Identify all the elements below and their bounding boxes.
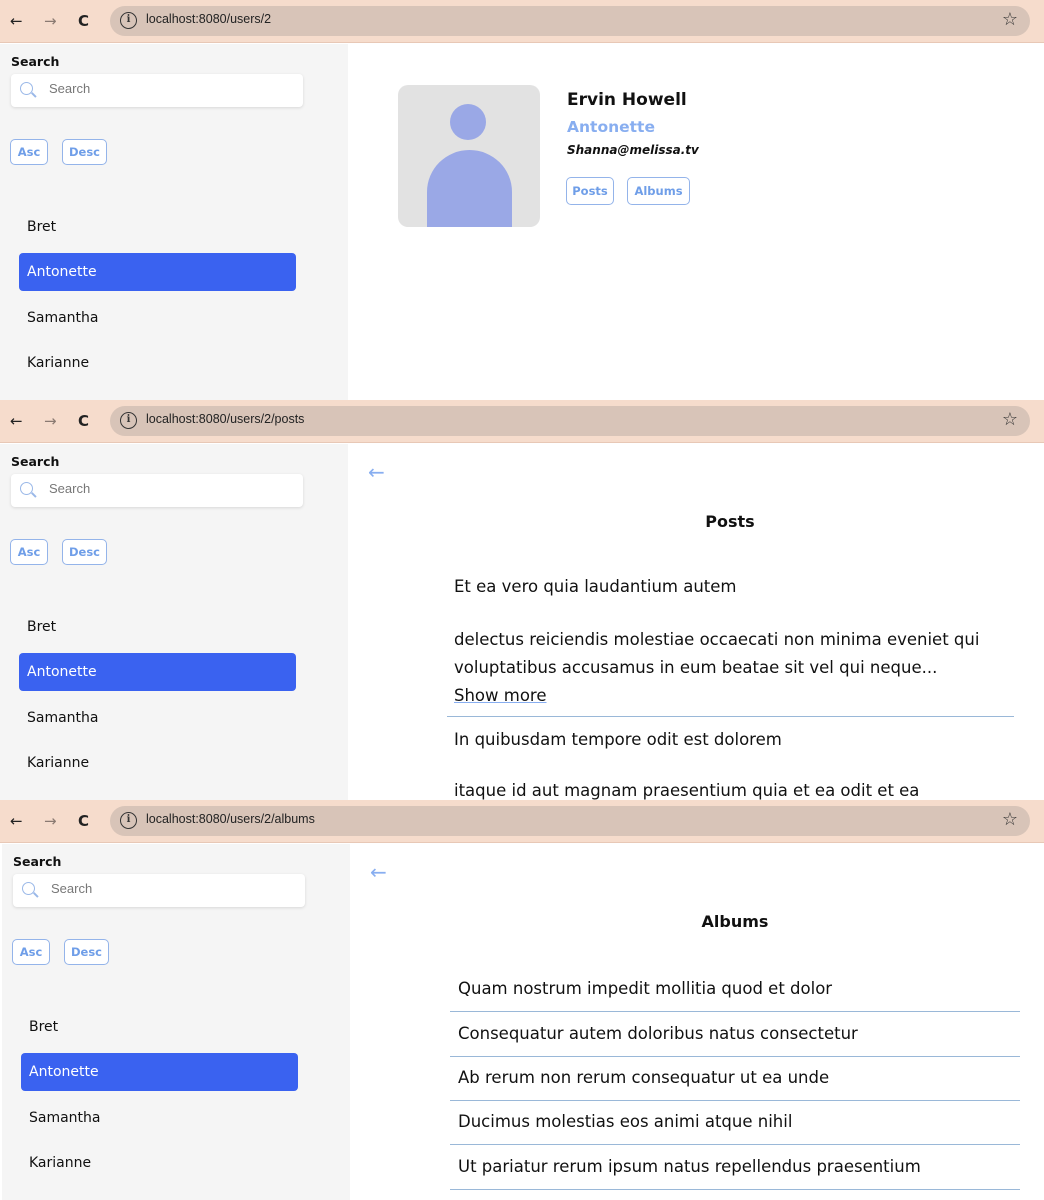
reload-icon[interactable]: C: [78, 811, 89, 831]
back-arrow-icon[interactable]: ←: [368, 460, 385, 484]
search-box[interactable]: [11, 474, 303, 507]
sort-desc-button[interactable]: Desc: [64, 939, 109, 965]
reload-icon[interactable]: C: [78, 411, 89, 431]
albums-screen: ← → C i localhost:8080/users/2/albums ☆ …: [0, 800, 1044, 1200]
search-icon: [20, 482, 33, 495]
forward-icon[interactable]: →: [44, 811, 57, 831]
sort-asc-button[interactable]: Asc: [10, 539, 48, 565]
posts-title: Posts: [705, 512, 755, 531]
user-item-samantha[interactable]: Samantha: [19, 299, 296, 337]
user-item-bret[interactable]: Bret: [19, 608, 296, 646]
address-bar[interactable]: i localhost:8080/users/2/albums ☆: [110, 806, 1030, 836]
search-input[interactable]: [49, 481, 289, 496]
search-icon: [20, 82, 33, 95]
albums-button[interactable]: Albums: [627, 177, 690, 205]
sort-desc-button[interactable]: Desc: [62, 539, 107, 565]
back-icon[interactable]: ←: [10, 11, 23, 31]
user-item-bret[interactable]: Bret: [21, 1008, 298, 1046]
post-body-text: delectus reiciendis molestiae occaecati …: [454, 630, 980, 677]
profile-email: Shanna@melissa.tv: [567, 143, 699, 157]
sidebar: Search Asc Desc Bret Antonette Samantha …: [0, 44, 348, 400]
user-item-antonette[interactable]: Antonette: [19, 653, 296, 691]
url-text[interactable]: localhost:8080/users/2: [146, 12, 271, 26]
albums-title: Albums: [701, 912, 769, 931]
sort-desc-button[interactable]: Desc: [62, 139, 107, 165]
info-icon[interactable]: i: [120, 812, 137, 829]
post-divider: [447, 716, 1014, 717]
search-input[interactable]: [49, 81, 289, 96]
post-body: delectus reiciendis molestiae occaecati …: [454, 626, 1014, 710]
posts-screen: ← → C i localhost:8080/users/2/posts ☆ S…: [0, 400, 1044, 800]
show-more-link[interactable]: Show more: [454, 686, 547, 705]
sidebar: Search Asc Desc Bret Antonette Samantha …: [0, 444, 348, 800]
album-item[interactable]: Ab rerum non rerum consequatur ut ea und…: [450, 1056, 1020, 1101]
info-icon[interactable]: i: [120, 12, 137, 29]
user-item-antonette[interactable]: Antonette: [19, 253, 296, 291]
reload-icon[interactable]: C: [78, 11, 89, 31]
user-item-antonette[interactable]: Antonette: [21, 1053, 298, 1091]
bookmark-star-icon[interactable]: ☆: [1002, 9, 1018, 30]
user-item-karianne[interactable]: Karianne: [21, 1144, 298, 1182]
album-item[interactable]: Ut pariatur rerum ipsum natus repellendu…: [450, 1145, 1020, 1190]
address-bar[interactable]: i localhost:8080/users/2/posts ☆: [110, 406, 1030, 436]
sort-asc-button[interactable]: Asc: [10, 139, 48, 165]
profile-username: Antonette: [567, 118, 655, 136]
profile-name: Ervin Howell: [567, 90, 687, 110]
search-label: Search: [11, 454, 60, 469]
forward-icon[interactable]: →: [44, 411, 57, 431]
bookmark-star-icon[interactable]: ☆: [1002, 409, 1018, 430]
url-text[interactable]: localhost:8080/users/2/albums: [146, 812, 315, 826]
post-title: Et ea vero quia laudantium autem: [454, 577, 737, 596]
album-item[interactable]: Consequatur autem doloribus natus consec…: [450, 1012, 1020, 1057]
sidebar: Search Asc Desc Bret Antonette Samantha …: [2, 844, 350, 1200]
search-box[interactable]: [11, 74, 303, 107]
browser-toolbar: ← → C i localhost:8080/users/2/posts ☆: [0, 400, 1044, 443]
back-arrow-icon[interactable]: ←: [370, 860, 387, 884]
avatar-head-icon: [450, 104, 486, 140]
user-item-samantha[interactable]: Samantha: [19, 699, 296, 737]
sort-asc-button[interactable]: Asc: [12, 939, 50, 965]
info-icon[interactable]: i: [120, 412, 137, 429]
back-icon[interactable]: ←: [10, 411, 23, 431]
album-item[interactable]: Ducimus molestias eos animi atque nihil: [450, 1100, 1020, 1145]
address-bar[interactable]: i localhost:8080/users/2 ☆: [110, 6, 1030, 36]
search-icon: [22, 882, 35, 895]
post-title: In quibusdam tempore odit est dolorem: [454, 730, 782, 749]
post-body: itaque id aut magnam praesentium quia et…: [454, 781, 920, 800]
profile-screen: ← → C i localhost:8080/users/2 ☆ Search …: [0, 0, 1044, 400]
search-label: Search: [11, 54, 60, 69]
album-item[interactable]: Quam nostrum impedit mollitia quod et do…: [450, 967, 1020, 1012]
avatar-body-icon: [427, 150, 512, 227]
search-label: Search: [13, 854, 62, 869]
search-box[interactable]: [13, 874, 305, 907]
browser-toolbar: ← → C i localhost:8080/users/2/albums ☆: [0, 800, 1044, 843]
user-item-samantha[interactable]: Samantha: [21, 1099, 298, 1137]
posts-button[interactable]: Posts: [566, 177, 614, 205]
browser-toolbar: ← → C i localhost:8080/users/2 ☆: [0, 0, 1044, 43]
avatar: [398, 85, 540, 227]
search-input[interactable]: [51, 881, 291, 896]
forward-icon[interactable]: →: [44, 11, 57, 31]
user-item-karianne[interactable]: Karianne: [19, 344, 296, 382]
url-text[interactable]: localhost:8080/users/2/posts: [146, 412, 304, 426]
back-icon[interactable]: ←: [10, 811, 23, 831]
bookmark-star-icon[interactable]: ☆: [1002, 809, 1018, 830]
user-item-bret[interactable]: Bret: [19, 208, 296, 246]
user-item-karianne[interactable]: Karianne: [19, 744, 296, 782]
